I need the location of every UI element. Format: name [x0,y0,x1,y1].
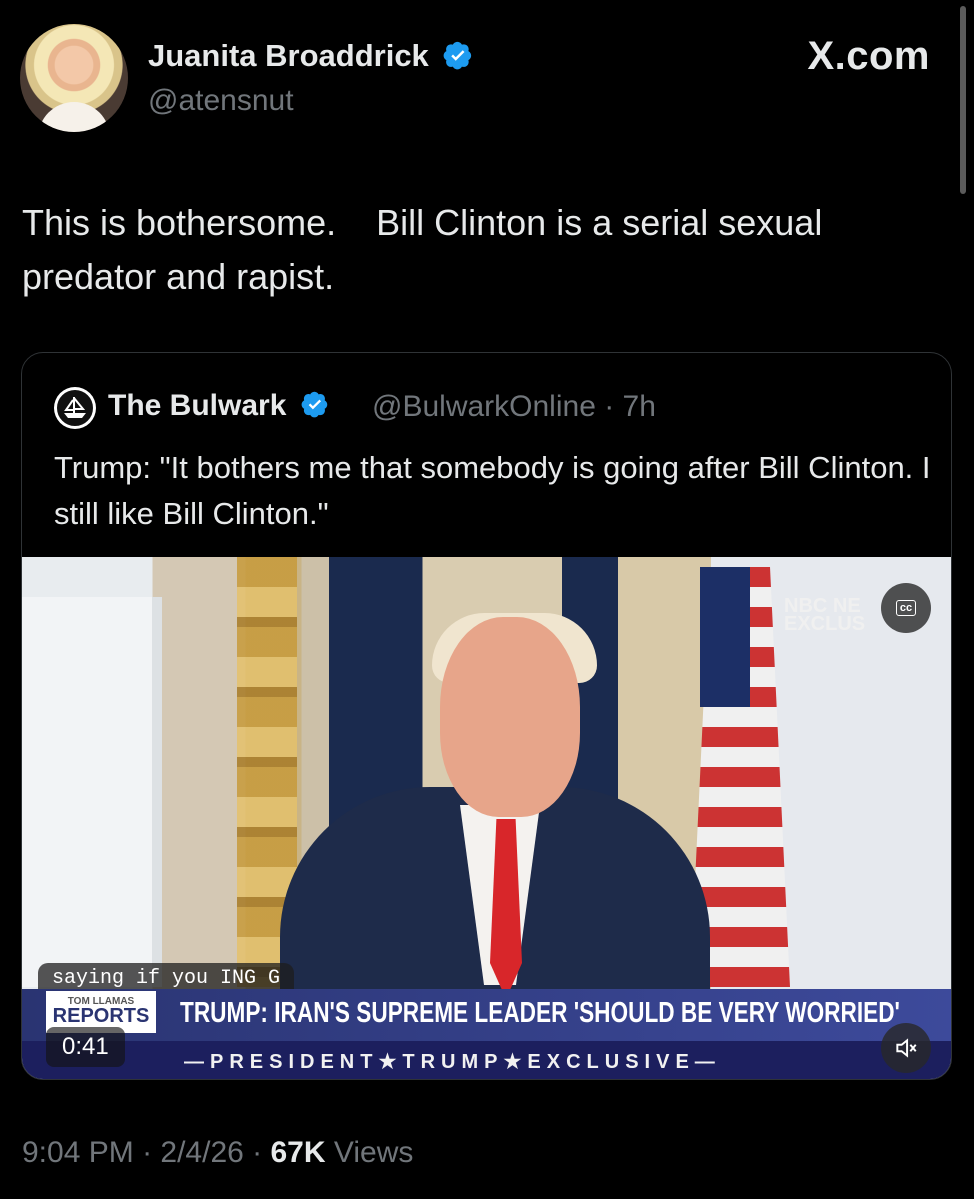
author-name[interactable]: Juanita Broaddrick [148,38,473,74]
bottom-banner-text: —PRESIDENT★TRUMP★EXCLUSIVE— [184,1051,721,1073]
tweet-date[interactable]: 2/4/26 [160,1136,243,1169]
quoted-tweet-text: Trump: "It bothers me that somebody is g… [54,450,931,531]
author-avatar[interactable] [20,24,128,132]
quoted-author-handle[interactable]: @BulwarkOnline · 7h [372,390,656,424]
video-player[interactable]: NBC NE EXCLUS cc saying if you ING G TOM… [22,557,951,1079]
video-flag-canton [700,567,750,707]
author-handle[interactable]: @atensnut [148,84,294,118]
author-name-text: Juanita Broaddrick [148,38,429,73]
tweet-text: This is bothersome. Bill Clinton is a se… [22,202,833,297]
verified-badge-icon [444,41,472,70]
views-count: 67K [270,1136,326,1169]
video-background-window [22,597,162,987]
cc-label: cc [895,600,917,616]
video-timer: 0:41 [46,1027,125,1067]
network-bug: NBC NE EXCLUS [784,595,866,635]
verified-badge-icon [301,391,327,418]
quoted-author-name-text: The Bulwark [108,389,287,422]
lower-third-headline: TRUMP: IRAN'S SUPREME LEADER 'SHOULD BE … [180,997,900,1029]
speaker-muted-icon[interactable] [881,1023,931,1073]
quoted-tweet-card[interactable]: The Bulwark @BulwarkOnline · 7h Trump: "… [21,352,952,1080]
x-com-watermark: X.com [807,34,930,78]
views-label: Views [333,1136,414,1169]
scrollbar[interactable] [960,6,966,194]
quoted-time-ago: 7h [622,390,656,423]
bulwark-logo-icon[interactable] [54,387,96,429]
video-speaker-face [440,617,580,817]
quoted-author-name[interactable]: The Bulwark [108,389,329,423]
show-logo-label: REPORTS [52,1005,150,1027]
quoted-handle-text: @BulwarkOnline [372,390,596,423]
tweet-time[interactable]: 9:04 PM [22,1136,134,1169]
closed-captions-button[interactable]: cc [881,583,931,633]
tweet-metadata: 9:04 PM · 2/4/26 · 67K Views [22,1136,414,1169]
